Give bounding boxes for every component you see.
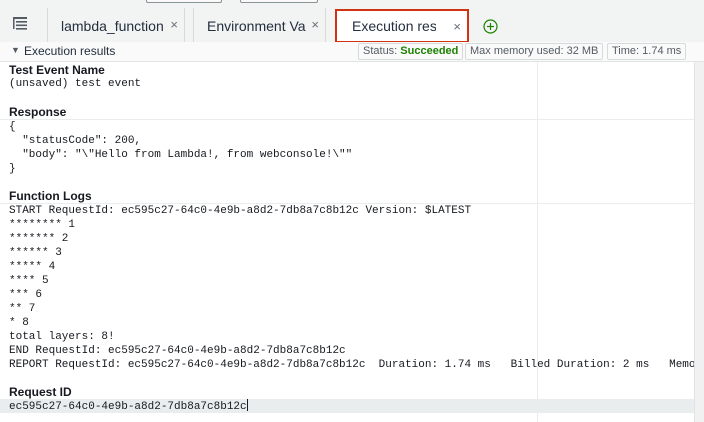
test-event-heading: Test Event Name <box>9 63 105 77</box>
log-line: REPORT RequestId: ec595c27-64c0-4e9b-a8d… <box>9 359 694 371</box>
function-logs-heading: Function Logs <box>9 189 92 203</box>
execution-results-header[interactable]: ▼ Execution results Status: Succeeded Ma… <box>0 42 704 62</box>
tab-lambda-function[interactable]: lambda_function × <box>47 8 185 43</box>
response-line: "statusCode": 200, <box>9 135 142 147</box>
status-badge: Status: Succeeded <box>358 43 464 60</box>
response-line: } <box>9 163 16 175</box>
log-line: ***** 4 <box>9 261 56 273</box>
log-line: ******** 1 <box>9 219 76 231</box>
toolbar-button-edge <box>146 0 222 3</box>
log-line: END RequestId: ec595c27-64c0-4e9b-a8d2-7… <box>9 345 346 357</box>
request-id-text: ec595c27-64c0-4e9b-a8d2-7db8a7c8b12c <box>9 401 247 413</box>
log-line: START RequestId: ec595c27-64c0-4e9b-a8d2… <box>9 205 472 217</box>
request-id-value[interactable]: ec595c27-64c0-4e9b-a8d2-7db8a7c8b12c <box>9 399 248 414</box>
response-line: { <box>9 121 16 133</box>
log-line: **** 5 <box>9 275 49 287</box>
section-divider <box>0 119 694 120</box>
time-badge: Time: 1.74 ms <box>607 43 687 60</box>
log-line: total layers: 8! <box>9 331 115 343</box>
vertical-scrollbar[interactable] <box>694 62 704 422</box>
editor-tab-bar: lambda_function × Environment Var × Exec… <box>0 5 704 43</box>
execution-results-content: Test Event Name (unsaved) test event Res… <box>0 62 694 422</box>
status-label: Status: <box>363 45 401 57</box>
max-memory-badge: Max memory used: 32 MB <box>465 43 604 60</box>
status-value: Succeeded <box>400 45 459 57</box>
tab-label: lambda_function <box>61 17 164 34</box>
tab-execution-results[interactable]: Execution results × <box>335 9 469 43</box>
log-line: ****** 3 <box>9 247 62 259</box>
response-heading: Response <box>9 105 67 119</box>
close-icon[interactable]: × <box>170 18 178 32</box>
request-id-heading: Request ID <box>9 385 72 399</box>
toolbar-button-edge <box>240 0 318 3</box>
log-line: * 8 <box>9 317 29 329</box>
text-cursor <box>246 399 248 411</box>
tab-label: Environment Var <box>207 17 306 34</box>
results-title: Execution results <box>24 44 116 58</box>
response-line: "body": "\"Hello from Lambda!, from webc… <box>9 149 353 161</box>
collapse-caret-icon[interactable]: ▼ <box>11 45 20 55</box>
test-event-value: (unsaved) test event <box>9 78 142 90</box>
close-icon[interactable]: × <box>311 18 319 32</box>
log-line: *** 6 <box>9 289 43 301</box>
log-line: ** 7 <box>9 303 36 315</box>
close-icon[interactable]: × <box>453 20 461 34</box>
plus-circle-icon[interactable] <box>483 19 498 34</box>
file-tree-icon[interactable] <box>11 15 29 31</box>
tab-label: Execution results <box>352 18 436 34</box>
tab-environment-variables[interactable]: Environment Var × <box>193 8 326 43</box>
log-line: ******* 2 <box>9 233 69 245</box>
